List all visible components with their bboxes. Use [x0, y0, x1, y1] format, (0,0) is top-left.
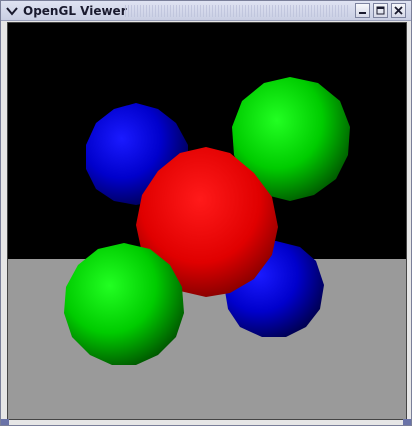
window-menu-button[interactable]	[4, 3, 19, 18]
title-bar[interactable]: OpenGL Viewer	[1, 1, 411, 21]
window-title: OpenGL Viewer	[23, 4, 127, 18]
minimize-icon	[359, 12, 366, 14]
minimize-button[interactable]	[355, 3, 370, 18]
resize-corner-left[interactable]	[1, 419, 9, 425]
maximize-icon	[376, 6, 385, 15]
chevron-down-icon	[5, 6, 18, 16]
opengl-viewport[interactable]	[7, 22, 407, 420]
close-button[interactable]	[391, 3, 406, 18]
render-canvas	[8, 23, 406, 419]
title-bar-grip	[125, 5, 349, 17]
close-icon	[394, 6, 403, 15]
resize-corner-right[interactable]	[403, 419, 411, 425]
maximize-button[interactable]	[373, 3, 388, 18]
opengl-viewer-window: OpenGL Viewer	[0, 0, 412, 426]
